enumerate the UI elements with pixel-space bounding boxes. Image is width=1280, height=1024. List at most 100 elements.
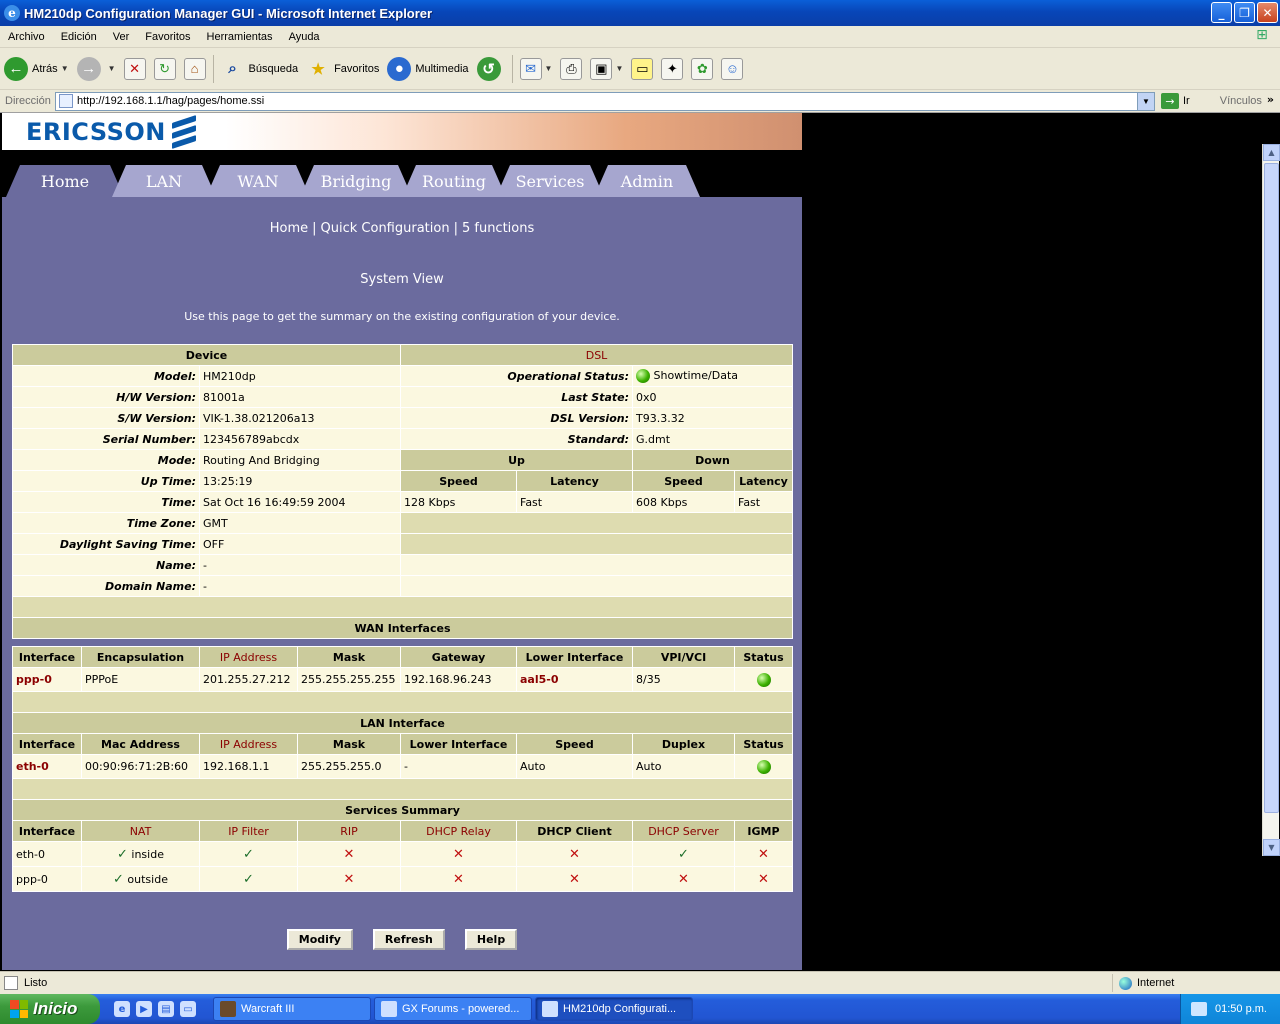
menu-ayuda[interactable]: Ayuda — [281, 31, 328, 43]
lan-col-mac-address: Mac Address — [81, 733, 200, 755]
minimize-button[interactable]: _ — [1211, 2, 1232, 23]
dropdown-arrow-icon: ▼ — [107, 64, 116, 73]
messenger-icq-button[interactable]: ✿ — [687, 51, 717, 87]
refresh-button[interactable]: Refresh — [372, 929, 445, 950]
stop-button[interactable]: ✕ — [120, 51, 150, 87]
history-button[interactable]: ↺ — [473, 51, 509, 87]
menu-favoritos[interactable]: Favoritos — [137, 31, 198, 43]
windows-flag-icon — [10, 1000, 28, 1018]
desktop-quicklaunch-icon[interactable]: ▤ — [158, 1001, 174, 1017]
lan-interface-link[interactable]: eth-0 — [12, 754, 82, 779]
start-button[interactable]: Inicio — [0, 994, 100, 1024]
ericsson-logo: ERICSSON — [26, 117, 166, 146]
modify-button[interactable]: Modify — [286, 929, 353, 950]
svc-col-interface: Interface — [12, 820, 82, 842]
menu-herramientas[interactable]: Herramientas — [199, 31, 281, 43]
edit-button[interactable]: ▣ ▼ — [586, 51, 627, 87]
folder-quicklaunch-icon[interactable]: ▭ — [180, 1001, 196, 1017]
go-arrow-icon[interactable]: → — [1161, 93, 1179, 109]
media-button[interactable]: ● Multimedia — [383, 51, 472, 87]
go-button[interactable]: Ir — [1183, 95, 1190, 107]
scroll-thumb[interactable] — [1264, 163, 1279, 813]
task-warcraft[interactable]: Warcraft III — [213, 997, 371, 1021]
stop-icon: ✕ — [123, 57, 146, 80]
subnav-quick-config-link[interactable]: Quick Configuration — [321, 221, 450, 236]
favorites-button[interactable]: ★ Favoritos — [302, 51, 383, 87]
wan-encapsulation: PPPoE — [81, 667, 200, 692]
svc-col-nat-link[interactable]: NAT — [81, 820, 200, 842]
research-button[interactable]: ✦ — [657, 51, 687, 87]
check-icon: ✓ — [113, 871, 124, 887]
ie-page-icon — [542, 1001, 558, 1017]
menu-ver[interactable]: Ver — [105, 31, 138, 43]
device-value: - — [199, 554, 401, 576]
note-button[interactable]: ▭ — [627, 51, 657, 87]
ericsson-banner: ERICSSON — [2, 113, 802, 150]
tab-wan[interactable]: WAN — [206, 165, 310, 197]
device-value: VIK-1.38.021206a13 — [199, 407, 401, 429]
forward-button[interactable]: → ▼ — [73, 51, 120, 87]
search-button[interactable]: ⌕ Búsqueda — [217, 51, 303, 87]
restore-button[interactable]: ❐ — [1234, 2, 1255, 23]
lan-col-interface: Interface — [12, 733, 82, 755]
refresh-page-button[interactable]: ↻ — [150, 51, 180, 87]
media-quicklaunch-icon[interactable]: ▶ — [136, 1001, 152, 1017]
status-green-icon — [636, 369, 650, 383]
scroll-down-icon[interactable]: ▼ — [1263, 839, 1280, 856]
svc-col-rip-link[interactable]: RIP — [297, 820, 401, 842]
lan-ip-address: 192.168.1.1 — [199, 754, 298, 779]
network-icon[interactable] — [1191, 1002, 1207, 1016]
tab-bridging[interactable]: Bridging — [300, 165, 412, 197]
ie-page-icon — [381, 1001, 397, 1017]
links-button[interactable]: Vínculos — [1220, 95, 1262, 107]
task-hm210dp[interactable]: HM210dp Configurati... — [535, 997, 693, 1021]
subnav-home-link[interactable]: Home — [270, 221, 308, 236]
task-gx-forums[interactable]: GX Forums - powered... — [374, 997, 532, 1021]
vertical-scrollbar[interactable]: ▲ ▼ — [1262, 144, 1280, 856]
tab-services[interactable]: Services — [496, 165, 604, 197]
ie-quicklaunch-icon[interactable]: e — [114, 1001, 130, 1017]
menu-edicion[interactable]: Edición — [53, 31, 105, 43]
toolbar-separator — [511, 54, 513, 83]
lan-status — [734, 754, 793, 779]
svc-nat-value: inside — [131, 847, 164, 861]
tab-admin[interactable]: Admin — [594, 165, 700, 197]
ericsson-logo-icon — [171, 114, 196, 149]
svc-dhcp-relay-cell: ✕ — [400, 841, 517, 867]
tab-lan[interactable]: LAN — [112, 165, 216, 197]
lan-col-lower-interface: Lower Interface — [400, 733, 517, 755]
svc-col-dhcp-server-link[interactable]: DHCP Server — [632, 820, 735, 842]
svc-col-dhcp-client: DHCP Client — [516, 820, 633, 842]
print-button[interactable]: ⎙ — [556, 51, 586, 87]
address-input[interactable]: http://192.168.1.1/hag/pages/home.ssi ▼ — [55, 91, 1155, 111]
svc-dhcp-client-cell: ✕ — [516, 841, 633, 867]
svc-ip-filter-cell: ✓ — [199, 866, 298, 892]
start-label: Inicio — [33, 999, 78, 1018]
tab-routing[interactable]: Routing — [402, 165, 506, 197]
people-icon: ☺ — [721, 57, 744, 80]
mail-button[interactable]: ✉ ▼ — [516, 51, 557, 87]
wan-interface-link[interactable]: ppp-0 — [12, 667, 82, 692]
back-button[interactable]: ← Atrás ▼ — [0, 51, 73, 87]
svc-rip-cell: ✕ — [297, 841, 401, 867]
help-button[interactable]: Help — [464, 929, 518, 950]
device-label: Model: — [12, 365, 200, 387]
home-page-button[interactable]: ⌂ — [180, 51, 210, 87]
scroll-up-icon[interactable]: ▲ — [1263, 144, 1280, 161]
subnav-separator: | — [453, 221, 458, 236]
wan-lower-interface-link[interactable]: aal5-0 — [516, 667, 633, 692]
svc-col-ip-filter-link[interactable]: IP Filter — [199, 820, 298, 842]
address-dropdown-icon[interactable]: ▼ — [1137, 92, 1154, 110]
chevron-right-icon[interactable]: » — [1267, 93, 1274, 106]
messenger-button[interactable]: ☺ — [717, 51, 747, 87]
table-spacer — [11, 596, 794, 618]
warcraft-icon — [220, 1001, 236, 1017]
tab-home[interactable]: Home — [6, 165, 124, 197]
close-button[interactable]: ✕ — [1257, 2, 1278, 23]
check-icon: ✓ — [243, 846, 254, 862]
status-bar: Listo Internet — [0, 971, 1280, 994]
subnav-5-functions-link[interactable]: 5 functions — [462, 221, 534, 236]
note-icon: ▭ — [631, 57, 654, 80]
menu-archivo[interactable]: Archivo — [0, 31, 53, 43]
svc-col-dhcp-relay-link[interactable]: DHCP Relay — [400, 820, 517, 842]
